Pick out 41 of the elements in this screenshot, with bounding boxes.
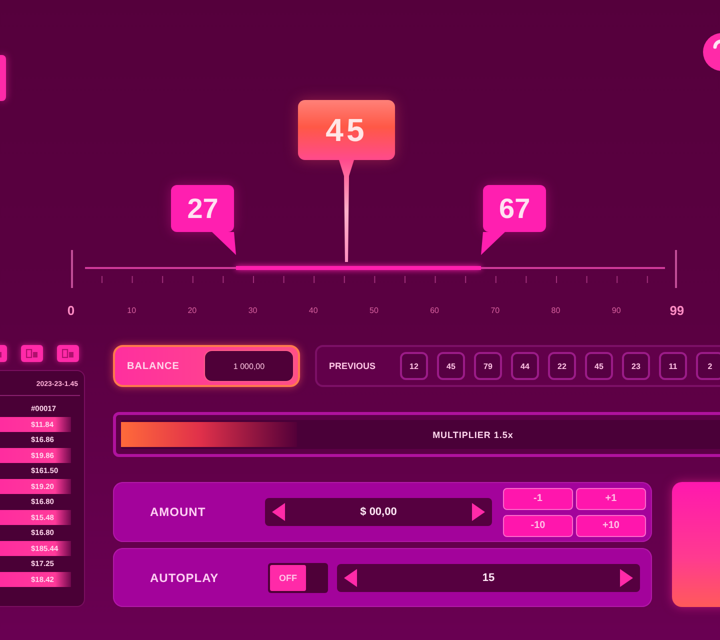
triangle-left-icon[interactable] <box>272 503 285 521</box>
scale-label: 50 <box>368 305 380 317</box>
scale-label: 80 <box>550 305 562 317</box>
panel-icon <box>62 349 74 358</box>
result-chip: 44 <box>511 352 539 380</box>
result-chip: 45 <box>585 352 613 380</box>
result-chip: 22 <box>548 352 576 380</box>
scale-label: 0 <box>66 303 76 319</box>
result-chip: 2 <box>696 352 720 380</box>
scale-label: 99 <box>668 303 686 319</box>
panel-icon <box>26 349 38 358</box>
step-button[interactable]: -10 <box>503 514 573 536</box>
autoplay-label: AUTOPLAY <box>150 570 220 584</box>
result-chip: 45 <box>437 352 465 380</box>
result-chip: 79 <box>474 352 502 380</box>
autoplay-toggle[interactable]: OFF <box>268 562 328 592</box>
scale-label: 40 <box>308 305 319 317</box>
rounds-field[interactable]: 15 <box>337 564 640 592</box>
pin-stem-icon <box>338 160 354 262</box>
triangle-left-icon[interactable] <box>344 568 357 586</box>
amount-field[interactable]: $ 00,00 <box>265 498 492 526</box>
scale-label: 90 <box>610 305 622 317</box>
triangle-right-icon[interactable] <box>472 503 485 521</box>
result-chip: 12 <box>400 352 428 380</box>
step-button[interactable]: -1 <box>503 488 573 510</box>
scale-label: 30 <box>247 305 258 317</box>
multiplier-label: MULTIPLIER 1.5x <box>432 430 514 440</box>
scale-label: 10 <box>126 305 138 317</box>
scale-label: 60 <box>429 305 440 317</box>
amount-label: AMOUNT <box>150 505 207 519</box>
triangle-right-icon[interactable] <box>620 568 633 586</box>
result-chip: 11 <box>659 352 687 380</box>
scale-label: 70 <box>490 305 501 317</box>
step-button[interactable]: +10 <box>576 514 646 536</box>
step-button[interactable]: +1 <box>576 488 646 510</box>
result-chip: 23 <box>622 352 650 380</box>
previous-label: PREVIOUS <box>329 361 377 371</box>
balance-field: 1 000,00 <box>204 350 294 382</box>
scale-label: 20 <box>186 305 198 317</box>
side-tab[interactable] <box>0 55 6 101</box>
balance-label: BALANCE <box>127 360 180 372</box>
